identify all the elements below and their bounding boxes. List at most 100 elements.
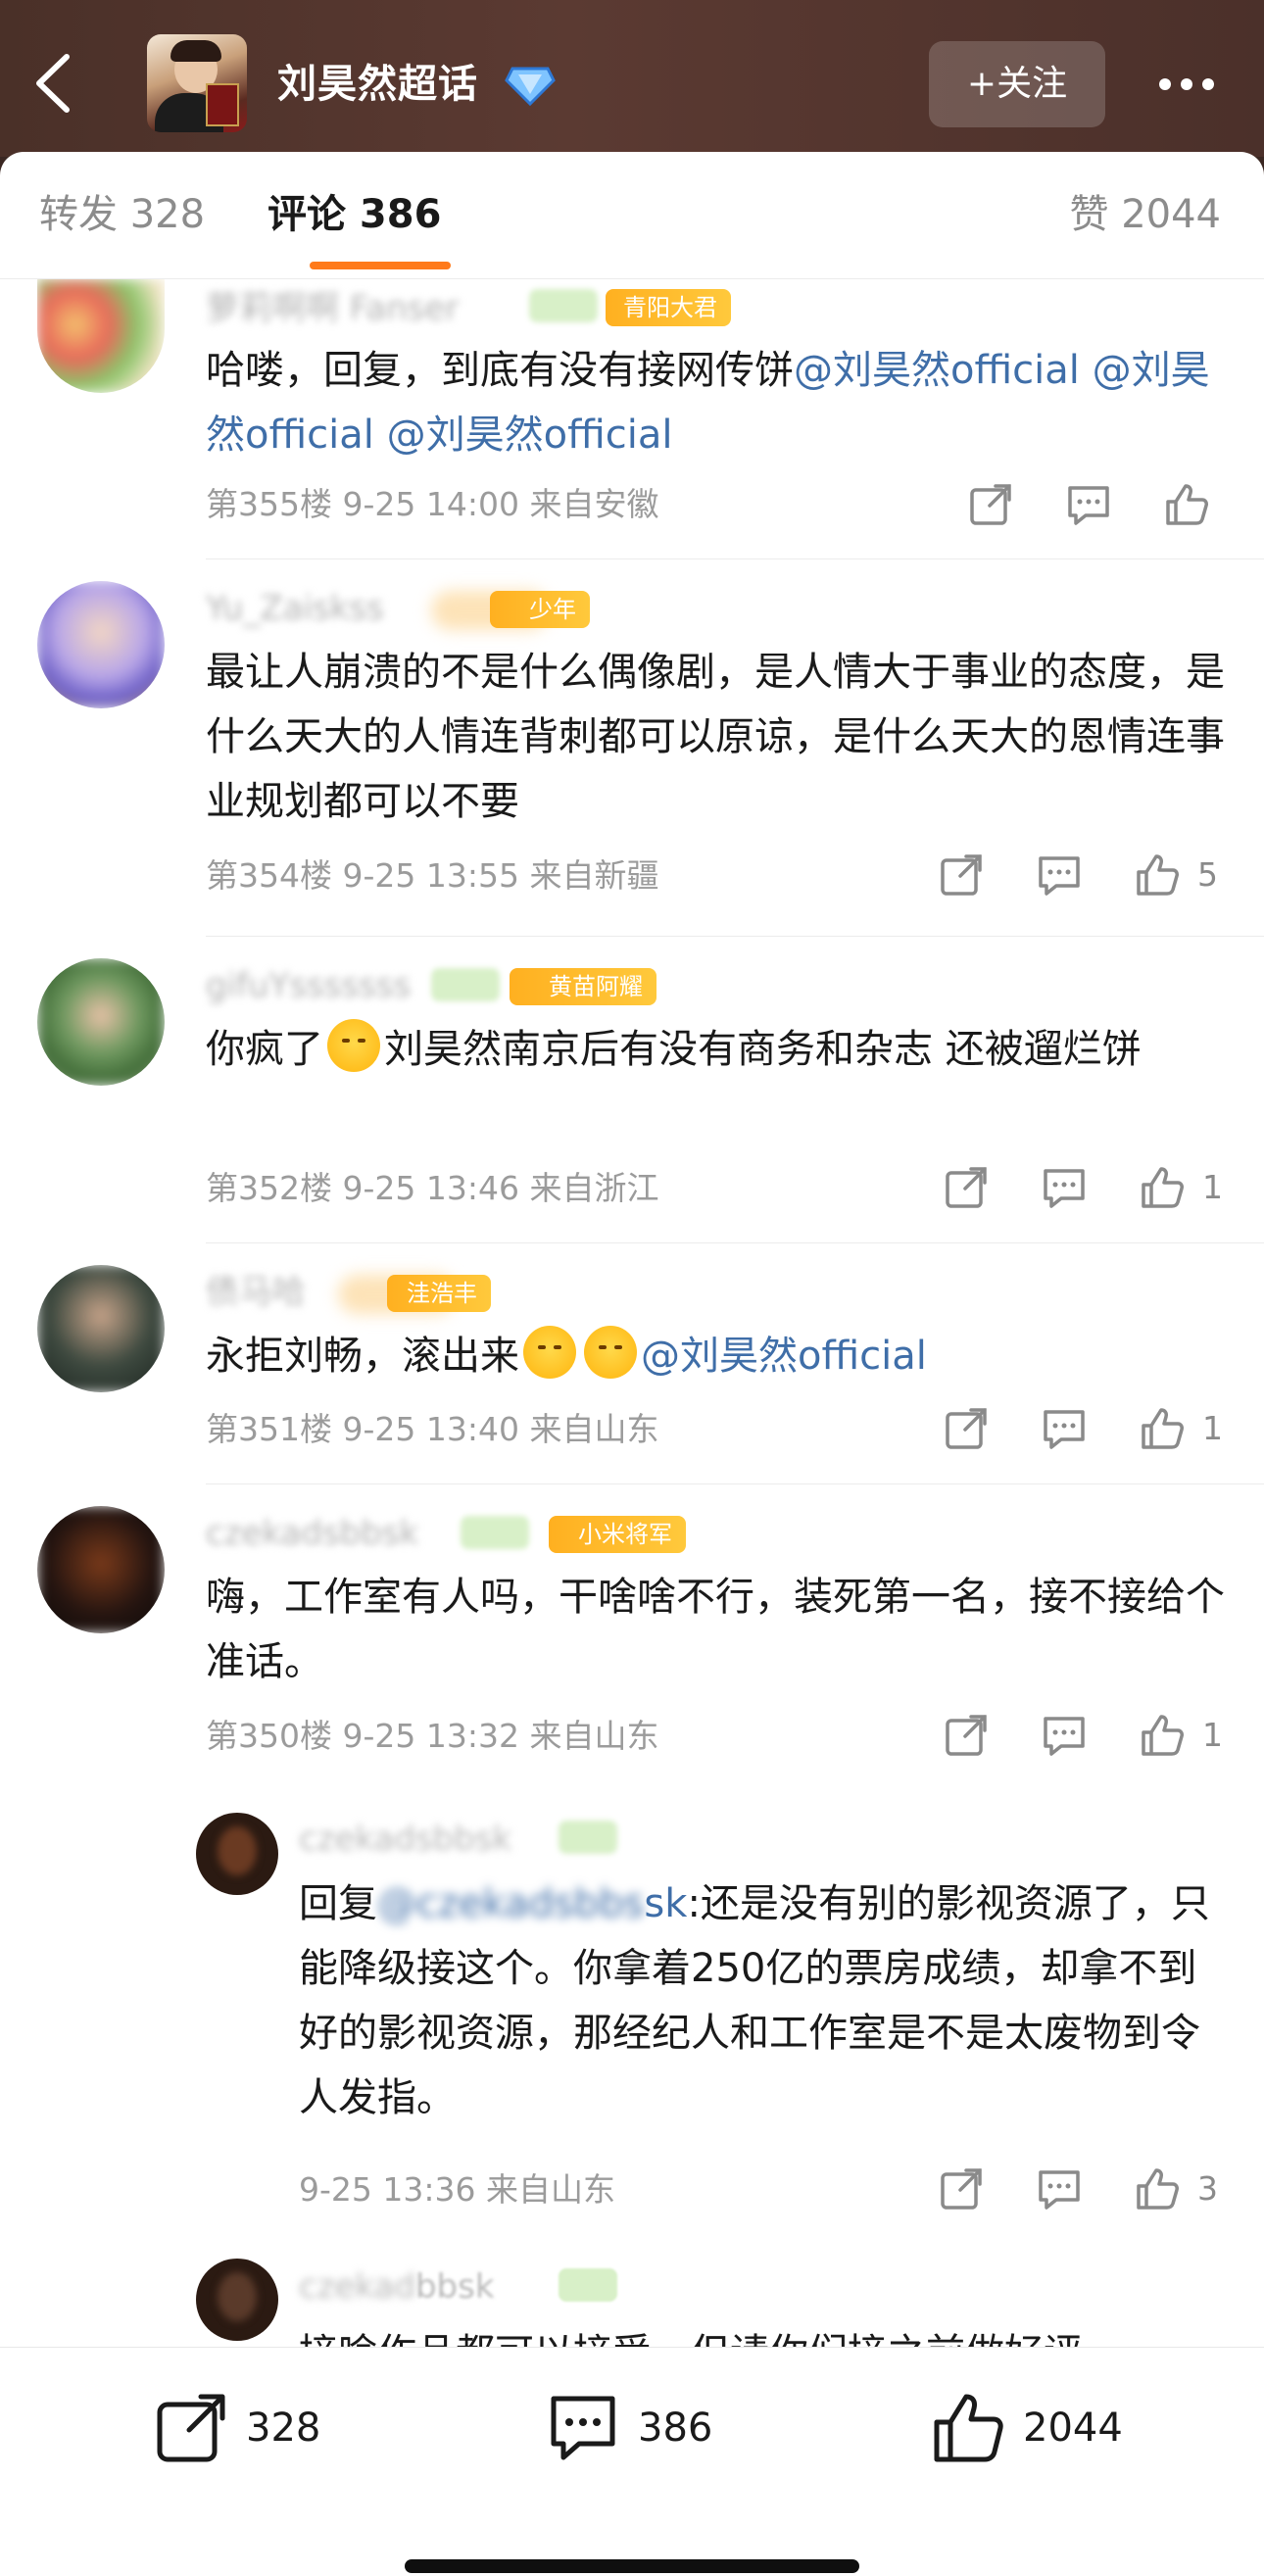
thumb-up-icon — [1137, 854, 1179, 896]
like-count: 5 — [1197, 855, 1218, 894]
username[interactable]: 萝莉啊啊 Fanser — [206, 283, 459, 334]
like-button[interactable] — [1162, 475, 1211, 534]
share-icon — [157, 2394, 225, 2462]
fan-badge: 洼浩丰 — [387, 1275, 491, 1312]
tab-comment[interactable]: 评论 386 — [267, 187, 441, 242]
like-count: 1 — [1202, 1409, 1223, 1447]
back-button[interactable] — [29, 49, 78, 118]
like-button[interactable]: 1 — [1138, 1158, 1223, 1217]
like-button[interactable]: 3 — [1133, 2160, 1218, 2218]
share-icon — [946, 1715, 987, 1756]
comment-actions: 1 — [942, 1399, 1223, 1458]
comments-sheet: 转发 328 评论 386 赞 2044 萝莉啊啊 Fanser 青阳大君 哈喽… — [0, 152, 1264, 2576]
avatar[interactable] — [37, 1506, 165, 1633]
username[interactable]: czekadsbbsk — [299, 1815, 511, 1864]
comment-actions — [966, 475, 1221, 534]
comment-list[interactable]: 萝莉啊啊 Fanser 青阳大君 哈喽，回复，到底有没有接网传饼@刘昊然offi… — [0, 279, 1264, 2499]
comment-count: 386 — [638, 2406, 713, 2451]
share-button[interactable] — [942, 1706, 991, 1765]
reply-meta: 9-25 13:36 来自山东 — [299, 2170, 615, 2209]
comment-meta: 第354楼 9-25 13:55 来自新疆 — [206, 856, 659, 895]
reply-button[interactable] — [1064, 475, 1113, 534]
comment-icon — [1068, 486, 1109, 525]
comment-icon — [551, 2396, 615, 2460]
like-button[interactable]: 1 — [1138, 1706, 1223, 1765]
share-button[interactable] — [942, 1399, 991, 1458]
comment-icon — [1044, 1717, 1085, 1756]
avatar[interactable] — [37, 581, 165, 708]
level-blur — [559, 2268, 617, 2302]
avatar[interactable] — [37, 279, 165, 393]
like-count: 1 — [1202, 1716, 1223, 1754]
bottom-like-button[interactable]: 2044 — [929, 2389, 1123, 2467]
comment-actions: 1 — [942, 1706, 1223, 1765]
more-icon[interactable] — [1154, 61, 1225, 108]
username[interactable]: gifuYsssssss — [206, 960, 411, 1011]
comment-meta: 第355楼 9-25 14:00 来自安徽 — [206, 485, 659, 523]
reply-button[interactable] — [1040, 1158, 1089, 1217]
home-indicator[interactable] — [405, 2559, 859, 2573]
mention-link[interactable]: @czekadsbbs — [377, 1881, 644, 1926]
channel-header: 刘昊然超话 +关注 — [0, 0, 1264, 157]
mention-link[interactable]: @刘昊然official — [794, 348, 1080, 393]
tab-repost[interactable]: 转发 328 — [39, 187, 205, 242]
share-icon — [941, 2168, 982, 2210]
mention-link[interactable]: @刘昊然official — [387, 413, 673, 458]
username[interactable]: Yu_Zaiskss — [206, 583, 384, 634]
hug-emoji-icon — [584, 1326, 637, 1379]
share-button[interactable] — [937, 846, 986, 904]
chevron-left-icon — [36, 54, 70, 113]
reply-button[interactable] — [1040, 1706, 1089, 1765]
thumb-up-icon — [934, 2394, 1003, 2462]
share-button[interactable] — [942, 1158, 991, 1217]
channel-avatar[interactable] — [147, 34, 247, 132]
comment-icon — [1039, 856, 1080, 896]
follow-button[interactable]: +关注 — [929, 41, 1105, 127]
comment-text: 永拒刘畅，滚出来 @刘昊然official — [206, 1324, 1225, 1388]
divider — [206, 1483, 1264, 1484]
mention-link[interactable]: @刘昊然official — [641, 1334, 927, 1379]
avatar[interactable] — [37, 958, 165, 1086]
avatar[interactable] — [196, 2259, 278, 2341]
username[interactable]: czekadsbbsk — [206, 1508, 418, 1559]
share-icon — [946, 1167, 987, 1208]
channel-title: 刘昊然超话 — [277, 62, 478, 107]
avatar[interactable] — [196, 1813, 278, 1895]
bottom-action-bar: 328 386 2044 — [0, 2347, 1264, 2576]
thumb-up-icon — [1142, 1715, 1184, 1756]
comment-actions: 1 — [942, 1158, 1223, 1217]
bottom-repost-button[interactable]: 328 — [152, 2389, 320, 2467]
username[interactable]: 债马哈 — [206, 1267, 306, 1318]
like-count: 3 — [1197, 2169, 1218, 2208]
tab-bar: 转发 328 评论 386 赞 2044 — [0, 152, 1264, 279]
like-count: 2044 — [1023, 2406, 1123, 2451]
reply-text: 回复@czekadsbbssk:还是没有别的影视资源了，只能降级接这个。你拿着2… — [299, 1881, 1210, 2120]
comment-actions: 5 — [937, 846, 1221, 904]
share-icon — [941, 854, 982, 896]
avatar[interactable] — [37, 1265, 165, 1392]
level-blur — [461, 1516, 529, 1549]
thumb-up-icon — [1142, 1167, 1184, 1208]
comment-icon — [1044, 1169, 1085, 1208]
comment-text: 嗨，工作室有人吗，干啥啥不行，装死第一名，接不接给个准话。 — [206, 1575, 1225, 1684]
share-icon — [970, 484, 1011, 525]
share-button[interactable] — [937, 2160, 986, 2218]
reply-actions: 3 — [937, 2160, 1221, 2218]
share-button[interactable] — [966, 475, 1015, 534]
comment-text: 你疯了 刘昊然南京后有没有商务和杂志 还被遛烂饼 — [206, 1017, 1225, 1082]
comment-text: 最让人崩溃的不是什么偶像剧，是人情大于事业的态度，是什么天大的人情连背刺都可以原… — [206, 650, 1225, 824]
divider — [206, 1242, 1264, 1243]
like-button[interactable]: 5 — [1133, 846, 1218, 904]
reply-button[interactable] — [1035, 2160, 1084, 2218]
tab-like[interactable]: 赞 2044 — [1069, 187, 1221, 242]
reply-button[interactable] — [1035, 846, 1084, 904]
reply-button[interactable] — [1040, 1399, 1089, 1458]
bottom-comment-button[interactable]: 386 — [544, 2389, 712, 2467]
level-blur — [529, 289, 598, 322]
comment-icon — [1044, 1410, 1085, 1449]
diamond-icon — [505, 61, 556, 108]
username[interactable]: czekadbbsk — [299, 2262, 495, 2311]
active-tab-indicator — [310, 262, 451, 269]
fan-badge: 少年 — [490, 591, 590, 628]
like-button[interactable]: 1 — [1138, 1399, 1223, 1458]
